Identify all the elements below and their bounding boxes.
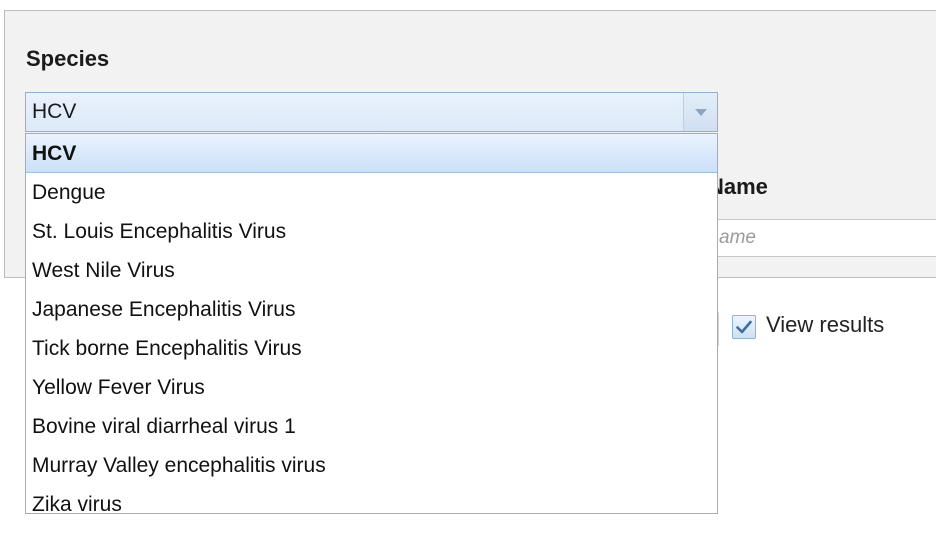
dropdown-option-murray-valley-encephalitis-virus[interactable]: Murray Valley encephalitis virus bbox=[26, 446, 717, 485]
species-dropdown-list: HCV Dengue St. Louis Encephalitis Virus … bbox=[25, 133, 718, 514]
dropdown-option-zika-virus[interactable]: Zika virus bbox=[26, 485, 717, 513]
name-input[interactable]: ame bbox=[690, 219, 936, 257]
dropdown-option-bovine-viral-diarrheal-virus-1[interactable]: Bovine viral diarrheal virus 1 bbox=[26, 407, 717, 446]
species-select[interactable]: HCV bbox=[25, 92, 718, 132]
view-results-label: View results bbox=[766, 312, 885, 337]
checkmark-icon bbox=[736, 320, 752, 334]
name-input-placeholder: ame bbox=[719, 227, 756, 248]
dropdown-option-yellow-fever-virus[interactable]: Yellow Fever Virus bbox=[26, 368, 717, 407]
chevron-down-icon bbox=[695, 109, 707, 116]
dropdown-option-west-nile-virus[interactable]: West Nile Virus bbox=[26, 251, 717, 290]
species-label: Species bbox=[26, 46, 110, 71]
dropdown-option-hcv[interactable]: HCV bbox=[26, 134, 717, 173]
view-results-checkbox[interactable] bbox=[732, 315, 756, 339]
dropdown-option-japanese-encephalitis-virus[interactable]: Japanese Encephalitis Virus bbox=[26, 290, 717, 329]
dropdown-option-st-louis-encephalitis-virus[interactable]: St. Louis Encephalitis Virus bbox=[26, 212, 717, 251]
species-select-value: HCV bbox=[32, 100, 77, 123]
dropdown-option-dengue[interactable]: Dengue bbox=[26, 173, 717, 212]
dropdown-option-tick-borne-encephalitis-virus[interactable]: Tick borne Encephalitis Virus bbox=[26, 329, 717, 368]
view-results-option[interactable]: View results bbox=[732, 312, 885, 340]
species-select-trigger[interactable] bbox=[683, 93, 717, 131]
